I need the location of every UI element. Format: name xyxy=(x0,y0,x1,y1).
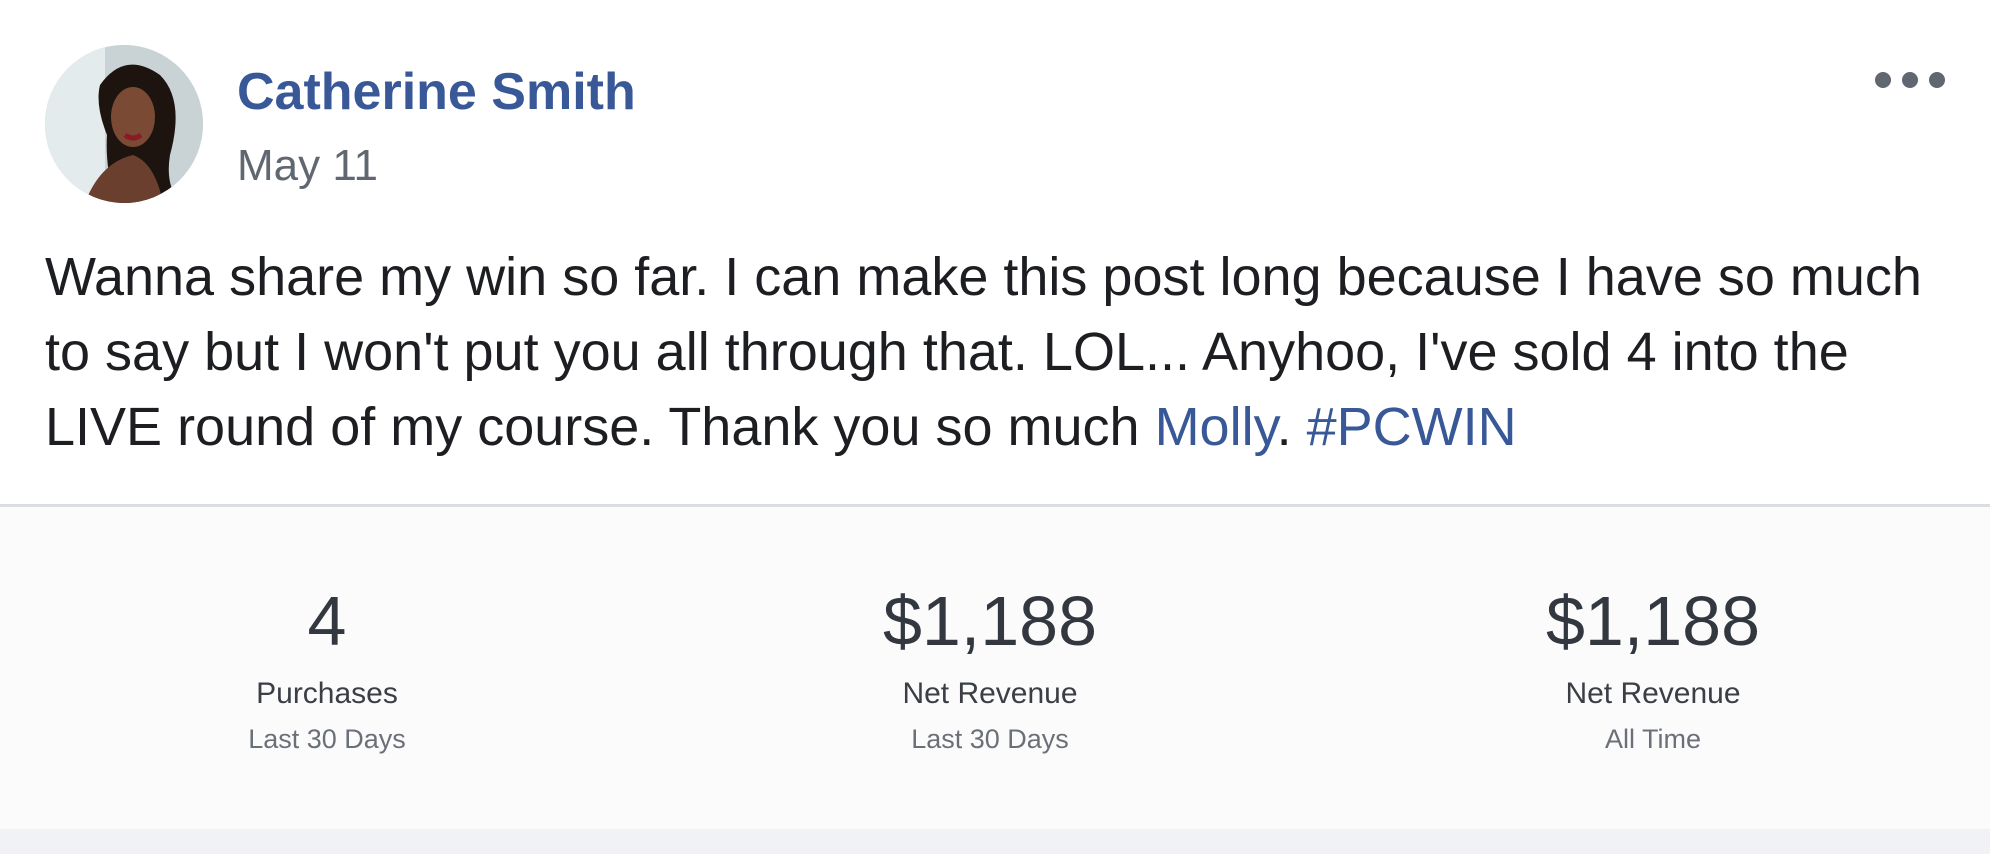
post-date[interactable]: May 11 xyxy=(237,141,378,191)
stat-period: Last 30 Days xyxy=(248,724,406,754)
stat-value: $1,188 xyxy=(1545,582,1761,660)
stat-value: $1,188 xyxy=(882,582,1098,660)
stat-label: Net Revenue xyxy=(1565,677,1741,710)
hashtag-link[interactable]: #PCWIN xyxy=(1307,397,1517,457)
stat-period: All Time xyxy=(1604,724,1702,754)
avatar-image xyxy=(45,45,203,203)
stats-panel: 4 Purchases Last 30 Days $1,188 Net Reve… xyxy=(0,507,1990,829)
post-body: Wanna share my win so far. I can make th… xyxy=(45,240,1955,465)
post-text: Wanna share my win so far. I can make th… xyxy=(45,247,1922,457)
stat-period: Last 30 Days xyxy=(911,724,1069,754)
post-header: Catherine Smith May 11 xyxy=(45,45,1945,205)
dot xyxy=(1875,72,1891,88)
more-options-icon[interactable] xyxy=(1875,57,1945,103)
post-text-separator: . xyxy=(1276,397,1307,457)
mention-link[interactable]: Molly xyxy=(1155,397,1277,457)
stat-label: Purchases xyxy=(256,677,398,710)
stat-label: Net Revenue xyxy=(902,677,1078,710)
card-bottom-edge xyxy=(0,829,1990,854)
avatar[interactable] xyxy=(45,45,203,203)
dot xyxy=(1929,72,1945,88)
stat-value: 4 xyxy=(307,582,347,660)
post-card: Catherine Smith May 11 Wanna share my wi… xyxy=(0,0,1990,854)
author-name[interactable]: Catherine Smith xyxy=(237,62,636,122)
dot xyxy=(1902,72,1918,88)
